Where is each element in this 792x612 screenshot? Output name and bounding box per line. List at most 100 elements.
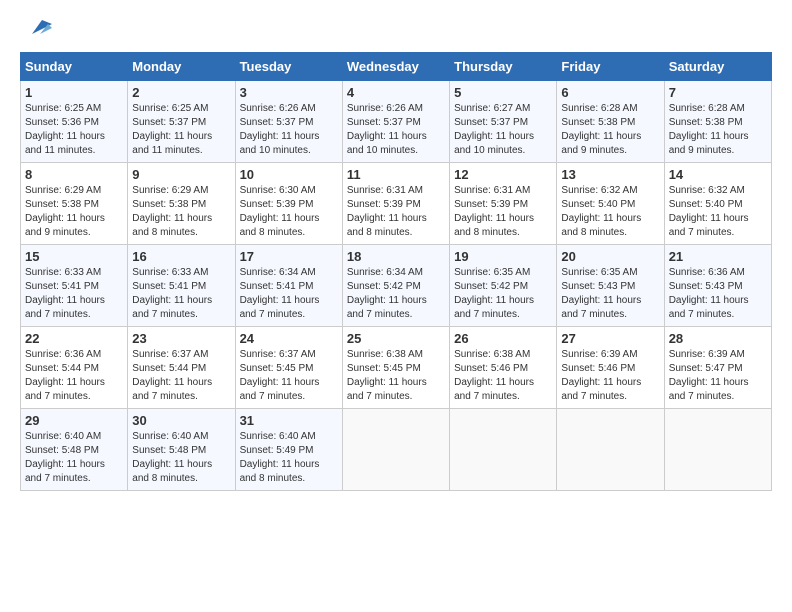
day-number: 26 — [454, 331, 552, 346]
day-number: 9 — [132, 167, 230, 182]
logo-icon — [22, 16, 52, 38]
day-number: 7 — [669, 85, 767, 100]
calendar-cell: 6Sunrise: 6:28 AM Sunset: 5:38 PM Daylig… — [557, 81, 664, 163]
day-content: Sunrise: 6:38 AM Sunset: 5:45 PM Dayligh… — [347, 348, 445, 404]
calendar-week-5: 29 Sunrise: 6:40 AM Sunset: 5:48 PM Dayli… — [21, 409, 772, 491]
day-number: 21 — [669, 249, 767, 264]
day-number: 4 — [347, 85, 445, 100]
day-content: Sunrise: 6:25 AM Sunset: 5:36 PM Dayligh… — [25, 102, 123, 158]
calendar-cell: 26 Sunrise: 6:38 AM Sunset: 5:46 PM Dayli… — [450, 327, 557, 409]
day-number: 27 — [561, 331, 659, 346]
day-number: 11 — [347, 167, 445, 182]
day-number: 15 — [25, 249, 123, 264]
day-number: 2 — [132, 85, 230, 100]
day-content: Sunrise: 6:35 AM Sunset: 5:43 PM Dayligh… — [561, 266, 659, 322]
day-content: Sunrise: 6:40 AM Sunset: 5:49 PM Dayligh… — [240, 430, 338, 486]
calendar-cell: 16Sunrise: 6:33 AM Sunset: 5:41 PM Dayli… — [128, 245, 235, 327]
calendar-cell — [664, 409, 771, 491]
calendar-week-1: 1 Sunrise: 6:25 AM Sunset: 5:36 PM Daylig… — [21, 81, 772, 163]
day-number: 20 — [561, 249, 659, 264]
day-number: 29 — [25, 413, 123, 428]
day-number: 13 — [561, 167, 659, 182]
day-content: Sunrise: 6:36 AM Sunset: 5:43 PM Dayligh… — [669, 266, 767, 322]
calendar-cell: 13 Sunrise: 6:32 AM Sunset: 5:40 PM Dayli… — [557, 163, 664, 245]
calendar-cell: 5 Sunrise: 6:27 AM Sunset: 5:37 PM Daylig… — [450, 81, 557, 163]
day-number: 19 — [454, 249, 552, 264]
day-number: 23 — [132, 331, 230, 346]
calendar-week-3: 15 Sunrise: 6:33 AM Sunset: 5:41 PM Dayli… — [21, 245, 772, 327]
calendar-header-wednesday: Wednesday — [342, 53, 449, 81]
calendar-header-sunday: Sunday — [21, 53, 128, 81]
calendar-cell: 10 Sunrise: 6:30 AM Sunset: 5:39 PM Dayli… — [235, 163, 342, 245]
calendar-cell — [450, 409, 557, 491]
day-number: 5 — [454, 85, 552, 100]
calendar-cell: 27 Sunrise: 6:39 AM Sunset: 5:46 PM Dayli… — [557, 327, 664, 409]
calendar-cell: 11 Sunrise: 6:31 AM Sunset: 5:39 PM Dayli… — [342, 163, 449, 245]
day-number: 17 — [240, 249, 338, 264]
day-content: Sunrise: 6:31 AM Sunset: 5:39 PM Dayligh… — [454, 184, 552, 240]
day-number: 12 — [454, 167, 552, 182]
day-number: 31 — [240, 413, 338, 428]
calendar-header-row: SundayMondayTuesdayWednesdayThursdayFrid… — [21, 53, 772, 81]
calendar-cell: 8 Sunrise: 6:29 AM Sunset: 5:38 PM Daylig… — [21, 163, 128, 245]
day-number: 10 — [240, 167, 338, 182]
calendar-cell: 2 Sunrise: 6:25 AM Sunset: 5:37 PM Daylig… — [128, 81, 235, 163]
calendar-cell: 17Sunrise: 6:34 AM Sunset: 5:41 PM Dayli… — [235, 245, 342, 327]
day-content: Sunrise: 6:33 AM Sunset: 5:41 PM Dayligh… — [25, 266, 123, 322]
day-content: Sunrise: 6:25 AM Sunset: 5:37 PM Dayligh… — [132, 102, 230, 158]
page-header — [20, 20, 772, 42]
day-content: Sunrise: 6:29 AM Sunset: 5:38 PM Dayligh… — [25, 184, 123, 240]
day-content: Sunrise: 6:32 AM Sunset: 5:40 PM Dayligh… — [561, 184, 659, 240]
day-content: Sunrise: 6:28 AM Sunset: 5:38 PM Dayligh… — [561, 102, 659, 158]
day-number: 1 — [25, 85, 123, 100]
day-number: 25 — [347, 331, 445, 346]
logo — [20, 20, 52, 42]
calendar-cell: 25 Sunrise: 6:38 AM Sunset: 5:45 PM Dayli… — [342, 327, 449, 409]
day-content: Sunrise: 6:30 AM Sunset: 5:39 PM Dayligh… — [240, 184, 338, 240]
day-content: Sunrise: 6:27 AM Sunset: 5:37 PM Dayligh… — [454, 102, 552, 158]
calendar-cell: 1 Sunrise: 6:25 AM Sunset: 5:36 PM Daylig… — [21, 81, 128, 163]
calendar-cell: 18 Sunrise: 6:34 AM Sunset: 5:42 PM Dayli… — [342, 245, 449, 327]
day-content: Sunrise: 6:37 AM Sunset: 5:45 PM Dayligh… — [240, 348, 338, 404]
calendar-cell: 23 Sunrise: 6:37 AM Sunset: 5:44 PM Dayli… — [128, 327, 235, 409]
calendar-cell: 22Sunrise: 6:36 AM Sunset: 5:44 PM Dayli… — [21, 327, 128, 409]
day-content: Sunrise: 6:40 AM Sunset: 5:48 PM Dayligh… — [25, 430, 123, 486]
calendar-cell: 31 Sunrise: 6:40 AM Sunset: 5:49 PM Dayli… — [235, 409, 342, 491]
calendar-cell: 7 Sunrise: 6:28 AM Sunset: 5:38 PM Daylig… — [664, 81, 771, 163]
calendar-table: SundayMondayTuesdayWednesdayThursdayFrid… — [20, 52, 772, 491]
calendar-cell: 12 Sunrise: 6:31 AM Sunset: 5:39 PM Dayli… — [450, 163, 557, 245]
calendar-cell: 21 Sunrise: 6:36 AM Sunset: 5:43 PM Dayli… — [664, 245, 771, 327]
day-content: Sunrise: 6:34 AM Sunset: 5:42 PM Dayligh… — [347, 266, 445, 322]
calendar-cell — [342, 409, 449, 491]
calendar-cell: 29 Sunrise: 6:40 AM Sunset: 5:48 PM Dayli… — [21, 409, 128, 491]
calendar-cell: 9 Sunrise: 6:29 AM Sunset: 5:38 PM Daylig… — [128, 163, 235, 245]
day-number: 24 — [240, 331, 338, 346]
day-content: Sunrise: 6:26 AM Sunset: 5:37 PM Dayligh… — [347, 102, 445, 158]
day-number: 18 — [347, 249, 445, 264]
calendar-week-2: 8 Sunrise: 6:29 AM Sunset: 5:38 PM Daylig… — [21, 163, 772, 245]
day-content: Sunrise: 6:38 AM Sunset: 5:46 PM Dayligh… — [454, 348, 552, 404]
day-number: 22 — [25, 331, 123, 346]
day-content: Sunrise: 6:29 AM Sunset: 5:38 PM Dayligh… — [132, 184, 230, 240]
calendar-cell — [557, 409, 664, 491]
calendar-header-friday: Friday — [557, 53, 664, 81]
day-content: Sunrise: 6:28 AM Sunset: 5:38 PM Dayligh… — [669, 102, 767, 158]
day-number: 16 — [132, 249, 230, 264]
day-number: 14 — [669, 167, 767, 182]
calendar-cell: 4 Sunrise: 6:26 AM Sunset: 5:37 PM Daylig… — [342, 81, 449, 163]
day-content: Sunrise: 6:37 AM Sunset: 5:44 PM Dayligh… — [132, 348, 230, 404]
calendar-cell: 28Sunrise: 6:39 AM Sunset: 5:47 PM Dayli… — [664, 327, 771, 409]
calendar-header-saturday: Saturday — [664, 53, 771, 81]
calendar-header-thursday: Thursday — [450, 53, 557, 81]
day-number: 30 — [132, 413, 230, 428]
day-content: Sunrise: 6:35 AM Sunset: 5:42 PM Dayligh… — [454, 266, 552, 322]
calendar-cell: 24 Sunrise: 6:37 AM Sunset: 5:45 PM Dayli… — [235, 327, 342, 409]
day-content: Sunrise: 6:39 AM Sunset: 5:46 PM Dayligh… — [561, 348, 659, 404]
calendar-body: 1 Sunrise: 6:25 AM Sunset: 5:36 PM Daylig… — [21, 81, 772, 491]
day-number: 8 — [25, 167, 123, 182]
day-content: Sunrise: 6:31 AM Sunset: 5:39 PM Dayligh… — [347, 184, 445, 240]
day-content: Sunrise: 6:40 AM Sunset: 5:48 PM Dayligh… — [132, 430, 230, 486]
calendar-header-tuesday: Tuesday — [235, 53, 342, 81]
calendar-cell: 3Sunrise: 6:26 AM Sunset: 5:37 PM Daylig… — [235, 81, 342, 163]
calendar-cell: 15 Sunrise: 6:33 AM Sunset: 5:41 PM Dayli… — [21, 245, 128, 327]
